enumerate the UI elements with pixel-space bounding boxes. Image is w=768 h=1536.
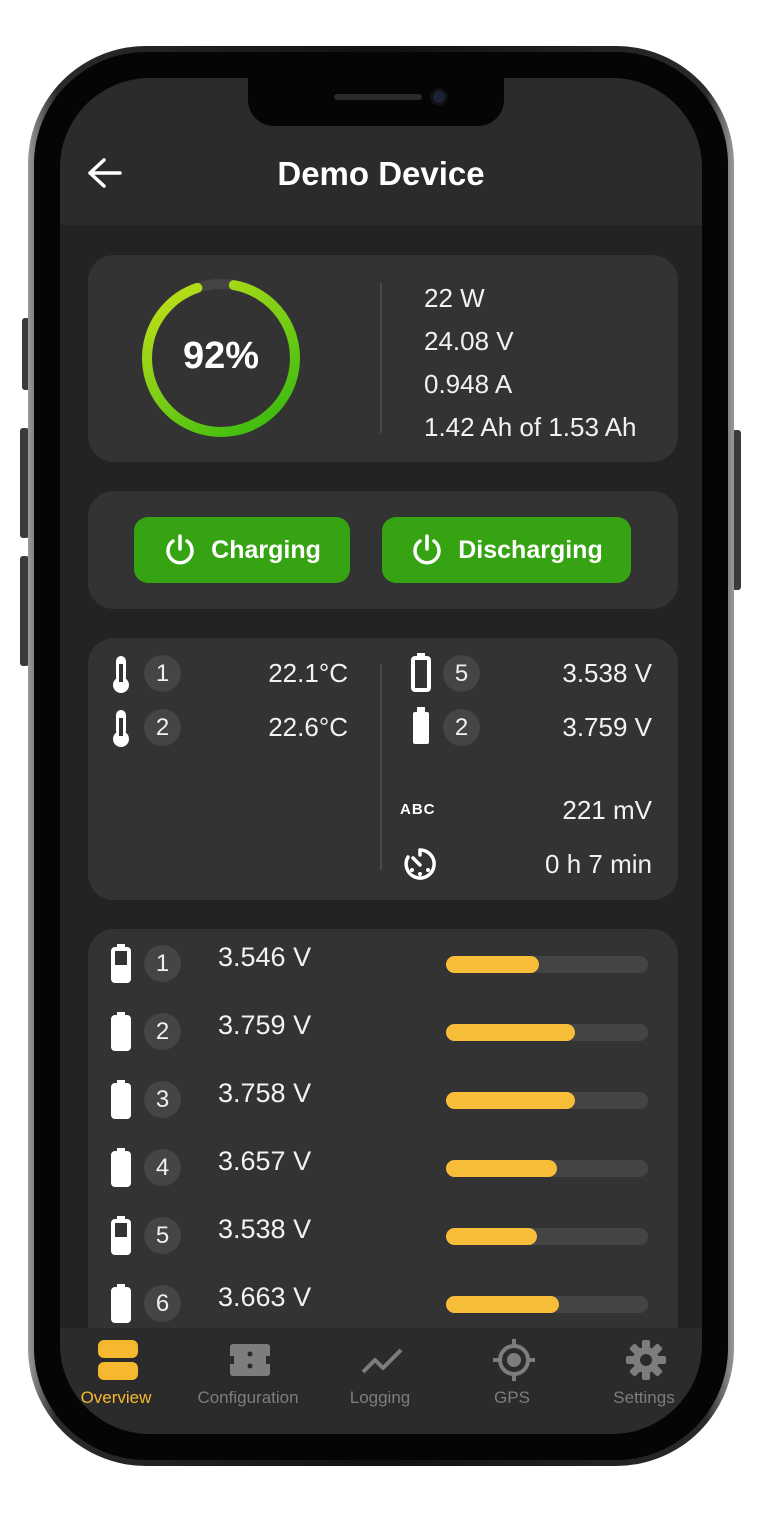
speaker <box>334 94 422 100</box>
summary-card: 92% 22 W 24.08 V 0.948 A 1.42 Ah of 1.53… <box>88 255 678 462</box>
cell-level-bar <box>446 1296 648 1313</box>
cell-level-bar <box>446 956 648 973</box>
cell-level-fill <box>446 956 539 973</box>
overview-icon <box>98 1340 138 1380</box>
cell-level-fill <box>446 1092 576 1109</box>
battery-full-icon <box>413 707 429 744</box>
cell-level-fill <box>446 1160 558 1177</box>
phone-bezel: Demo Device 92% 22 W 24.08 V 0.948 A 1.4… <box>34 52 728 1460</box>
battery-icon <box>111 1012 131 1051</box>
cell-badge: 2 <box>443 709 480 746</box>
cell-row: 2 3.759 V <box>88 1001 678 1061</box>
cell-voltage: 3.759 V <box>218 1010 312 1040</box>
cell-badge: 5 <box>443 655 480 692</box>
battery-icon <box>111 1148 131 1187</box>
power-value: 22 W <box>424 283 485 313</box>
battery-icon <box>111 1284 131 1323</box>
cell-row: 1 3.546 V <box>88 933 678 993</box>
cell-voltage: 3.758 V <box>218 1078 312 1108</box>
cell-voltage: 3.663 V <box>218 1282 312 1312</box>
temp-sensor-value: 22.1°C <box>268 658 348 688</box>
logging-icon <box>361 1348 403 1374</box>
settings-icon <box>626 1340 666 1380</box>
sensors-divider <box>380 664 382 870</box>
cell-level-bar <box>446 1160 648 1177</box>
temp-sensor-badge: 2 <box>144 709 181 746</box>
controls-card: Charging Discharging <box>88 491 678 609</box>
front-camera <box>430 88 448 106</box>
cell-row: 4 3.657 V <box>88 1137 678 1197</box>
cell-level-bar <box>446 1024 648 1041</box>
cell-voltage: 3.657 V <box>218 1146 312 1176</box>
capacity-value: 1.42 Ah of 1.53 Ah <box>424 412 637 442</box>
cell-badge: 1 <box>144 945 181 982</box>
cell-voltage: 3.546 V <box>218 942 312 972</box>
thermometer-icon <box>113 710 129 747</box>
charging-label: Charging <box>211 535 321 564</box>
battery-icon <box>111 1216 131 1255</box>
battery-icon <box>111 944 131 983</box>
phone-frame: Demo Device 92% 22 W 24.08 V 0.948 A 1.4… <box>28 46 734 1466</box>
cell-row: 3 3.758 V <box>88 1069 678 1129</box>
cell-voltage: 3.538 V <box>218 1214 312 1244</box>
temp-sensor-value: 22.6°C <box>268 712 348 742</box>
cell-badge: 2 <box>144 1013 181 1050</box>
configuration-icon <box>228 1344 272 1376</box>
nav-configuration[interactable]: Configuration <box>182 1328 314 1434</box>
cell-level-fill <box>446 1296 560 1313</box>
current-value: 0.948 A <box>424 369 513 399</box>
app-screen: Demo Device 92% 22 W 24.08 V 0.948 A 1.4… <box>60 78 702 1434</box>
timer-icon <box>404 848 436 880</box>
notch <box>248 78 504 126</box>
charging-button[interactable]: Charging <box>134 517 350 583</box>
gps-icon <box>493 1339 535 1381</box>
cell-level-bar <box>446 1092 648 1109</box>
delta-abc-icon: ABC <box>400 801 436 818</box>
battery-empty-icon <box>411 653 431 692</box>
voltage-value: 24.08 V <box>424 326 514 356</box>
max-cell-voltage: 3.759 V <box>562 712 652 742</box>
cell-row: 6 3.663 V <box>88 1273 678 1328</box>
power-icon <box>413 534 441 565</box>
battery-icon <box>111 1080 131 1119</box>
cell-badge: 6 <box>144 1285 181 1322</box>
nav-label: Settings <box>613 1388 675 1407</box>
runtime-value: 0 h 7 min <box>545 849 652 879</box>
discharging-label: Discharging <box>458 535 603 564</box>
temp-sensor-badge: 1 <box>144 655 181 692</box>
summary-divider <box>380 283 382 433</box>
nav-label: Configuration <box>197 1388 299 1407</box>
cell-level-fill <box>446 1228 537 1245</box>
nav-logging[interactable]: Logging <box>314 1328 446 1434</box>
state-of-charge-value: 92% <box>182 335 260 377</box>
cells-card[interactable]: 1 3.546 V 2 3.759 V 3 3.758 V 4 3.657 V 5 3.538 V… <box>88 929 678 1328</box>
cell-level-fill <box>446 1024 576 1041</box>
discharging-button[interactable]: Discharging <box>382 517 631 583</box>
page-title: Demo Device <box>277 155 485 192</box>
cell-badge: 5 <box>144 1217 181 1254</box>
cell-level-bar <box>446 1228 648 1245</box>
power-icon <box>166 534 194 565</box>
bottom-navigation: Overview Configuration Logging GPS Setti… <box>60 1328 702 1434</box>
cell-badge: 4 <box>144 1149 181 1186</box>
min-cell-voltage: 3.538 V <box>562 658 652 688</box>
nav-gps[interactable]: GPS <box>446 1328 578 1434</box>
nav-label: Logging <box>349 1388 411 1407</box>
cell-badge: 3 <box>144 1081 181 1118</box>
sensors-card: 1 22.1°C 2 22.6°C 5 3.538 V 2 3.759 V AB… <box>88 638 678 900</box>
cell-delta-value: 221 mV <box>562 795 652 825</box>
overview-content[interactable]: 92% 22 W 24.08 V 0.948 A 1.42 Ah of 1.53… <box>60 225 702 1328</box>
nav-settings[interactable]: Settings <box>578 1328 702 1434</box>
nav-overview[interactable]: Overview <box>60 1328 182 1434</box>
nav-label: GPS <box>494 1388 530 1407</box>
thermometer-icon <box>113 656 129 693</box>
summary-stats: 22 W 24.08 V 0.948 A 1.42 Ah of 1.53 Ah <box>424 277 637 449</box>
cell-row: 5 3.538 V <box>88 1205 678 1265</box>
